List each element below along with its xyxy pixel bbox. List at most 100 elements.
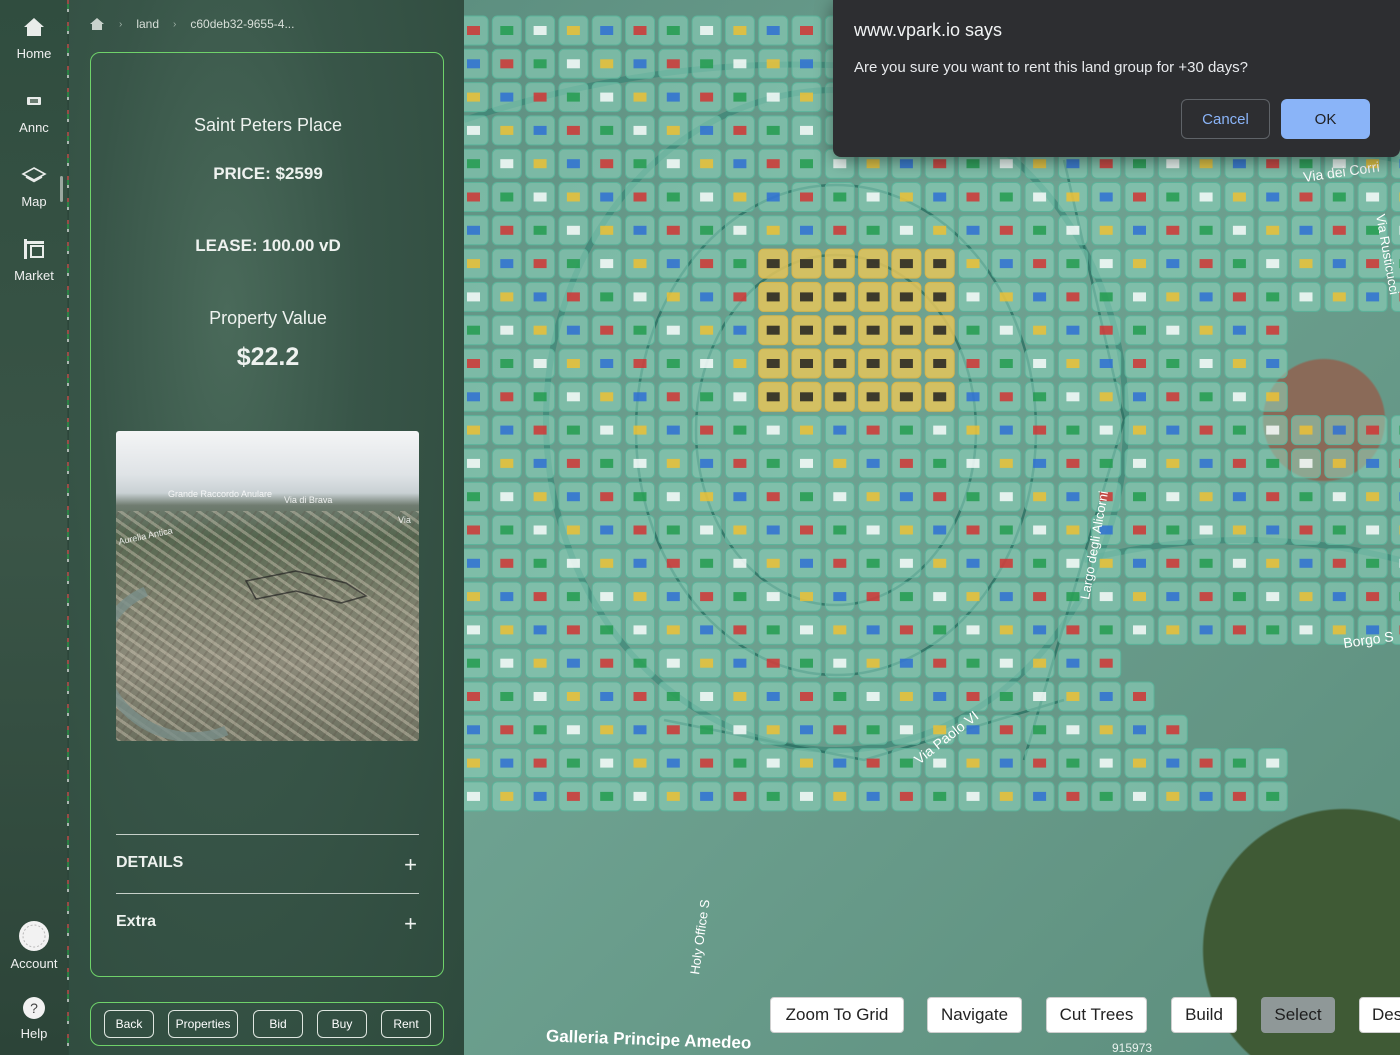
flag-marker-icon	[1232, 259, 1246, 269]
nav-help[interactable]: ? Help	[0, 996, 68, 1041]
flag-marker-icon	[1066, 725, 1080, 735]
flag-marker-icon	[1033, 325, 1047, 335]
flag-marker-icon	[966, 192, 980, 202]
nav-home[interactable]: Home	[0, 14, 68, 61]
flag-marker-icon	[500, 492, 514, 502]
flag-marker-icon	[700, 592, 714, 602]
land-tile[interactable]	[1390, 581, 1400, 612]
flag-marker-icon	[1199, 758, 1213, 768]
flag-marker-icon	[933, 325, 947, 335]
land-tile[interactable]	[1390, 515, 1400, 545]
land-tile[interactable]	[1390, 548, 1400, 579]
flag-marker-icon	[1166, 259, 1180, 269]
ok-button[interactable]: OK	[1281, 99, 1370, 139]
properties-button[interactable]: Properties	[168, 1010, 238, 1038]
nav-scrollbar[interactable]	[60, 176, 63, 202]
flag-marker-icon	[800, 758, 813, 768]
flag-marker-icon	[1099, 458, 1113, 468]
flag-marker-icon	[800, 791, 813, 801]
flag-marker-icon	[999, 525, 1013, 535]
flag-marker-icon	[1099, 658, 1113, 668]
navigate-button[interactable]: Navigate	[927, 997, 1022, 1033]
preview-label-raccordo: Grande Raccordo Anulare	[168, 489, 273, 499]
flag-marker-icon	[467, 492, 480, 502]
flag-marker-icon	[999, 292, 1013, 302]
back-button[interactable]: Back	[104, 1010, 154, 1038]
flag-marker-icon	[966, 425, 980, 435]
flag-marker-icon	[600, 625, 614, 635]
flag-marker-icon	[500, 425, 514, 435]
flag-marker-icon	[467, 692, 480, 701]
build-button[interactable]: Build	[1171, 997, 1237, 1033]
nav-annc[interactable]: Annc	[0, 88, 68, 135]
destroy-button[interactable]: Des	[1359, 997, 1400, 1033]
nav-map[interactable]: Map	[0, 162, 68, 209]
flag-marker-icon	[833, 625, 847, 635]
buy-button[interactable]: Buy	[317, 1010, 367, 1038]
nav-account[interactable]: Account	[0, 920, 68, 971]
flag-marker-icon	[566, 159, 580, 169]
plus-icon[interactable]: +	[404, 911, 417, 937]
flag-marker-icon	[766, 59, 780, 69]
rent-button[interactable]: Rent	[381, 1010, 431, 1038]
cancel-button[interactable]: Cancel	[1181, 99, 1270, 139]
flag-marker-icon	[933, 425, 947, 435]
flag-marker-icon	[833, 259, 847, 269]
land-tile[interactable]	[1390, 481, 1400, 512]
flag-marker-icon	[666, 92, 680, 102]
flag-marker-icon	[1166, 425, 1180, 435]
flag-marker-icon	[1366, 259, 1380, 269]
flag-marker-icon	[800, 259, 813, 269]
land-map[interactable]: Via dei Corri Via Rusticucci Largo degli…	[464, 0, 1400, 1055]
flag-marker-icon	[666, 192, 680, 202]
flag-marker-icon	[800, 558, 813, 568]
flag-marker-icon	[600, 692, 614, 701]
flag-marker-icon	[533, 125, 547, 135]
flag-marker-icon	[833, 791, 847, 801]
flag-marker-icon	[800, 359, 813, 368]
flag-marker-icon	[1332, 458, 1346, 468]
chevron-right-icon: ›	[119, 18, 123, 30]
plus-icon[interactable]: +	[404, 852, 417, 878]
flag-marker-icon	[600, 192, 614, 202]
flag-marker-icon	[666, 392, 680, 402]
flag-marker-icon	[1366, 492, 1380, 502]
flag-marker-icon	[533, 558, 547, 568]
nav-account-label: Account	[10, 956, 58, 971]
flag-marker-icon	[999, 325, 1013, 335]
flag-marker-icon	[899, 725, 913, 735]
extra-accordion[interactable]: Extra +	[116, 911, 419, 937]
flag-marker-icon	[1299, 292, 1313, 302]
breadcrumb-land[interactable]: land	[136, 17, 159, 31]
land-tile[interactable]	[1390, 448, 1400, 479]
flag-marker-icon	[633, 125, 647, 135]
flag-marker-icon	[1133, 159, 1146, 169]
land-grid[interactable]: Via dei Corri Via Rusticucci Largo degli…	[464, 0, 1400, 1055]
flag-marker-icon	[666, 325, 680, 335]
bid-button[interactable]: Bid	[253, 1010, 303, 1038]
select-button[interactable]: Select	[1261, 997, 1335, 1033]
flag-marker-icon	[633, 92, 647, 102]
flag-marker-icon	[700, 159, 714, 169]
flag-marker-icon	[833, 425, 847, 435]
flag-marker-icon	[966, 791, 980, 801]
land-tile[interactable]	[1390, 415, 1400, 446]
flag-marker-icon	[1033, 292, 1047, 302]
zoom-to-grid-button[interactable]: Zoom To Grid	[770, 997, 904, 1033]
flag-marker-icon	[1133, 558, 1146, 568]
flag-marker-icon	[1266, 292, 1280, 302]
details-accordion[interactable]: DETAILS +	[116, 852, 419, 878]
flag-marker-icon	[1133, 292, 1146, 302]
flag-marker-icon	[1232, 758, 1246, 768]
cut-trees-button[interactable]: Cut Trees	[1046, 997, 1147, 1033]
flag-marker-icon	[1066, 225, 1080, 235]
flag-marker-icon	[1066, 458, 1080, 468]
home-icon[interactable]	[89, 17, 105, 31]
land-tile[interactable]	[1390, 182, 1400, 212]
flag-marker-icon	[1232, 359, 1246, 368]
flag-marker-icon	[633, 392, 647, 402]
flag-marker-icon	[633, 525, 647, 535]
flag-marker-icon	[1133, 392, 1146, 402]
aerial-preview-image: Aurelia Antica Grande Raccordo Anulare V…	[116, 431, 419, 741]
nav-market[interactable]: Market	[0, 236, 68, 283]
